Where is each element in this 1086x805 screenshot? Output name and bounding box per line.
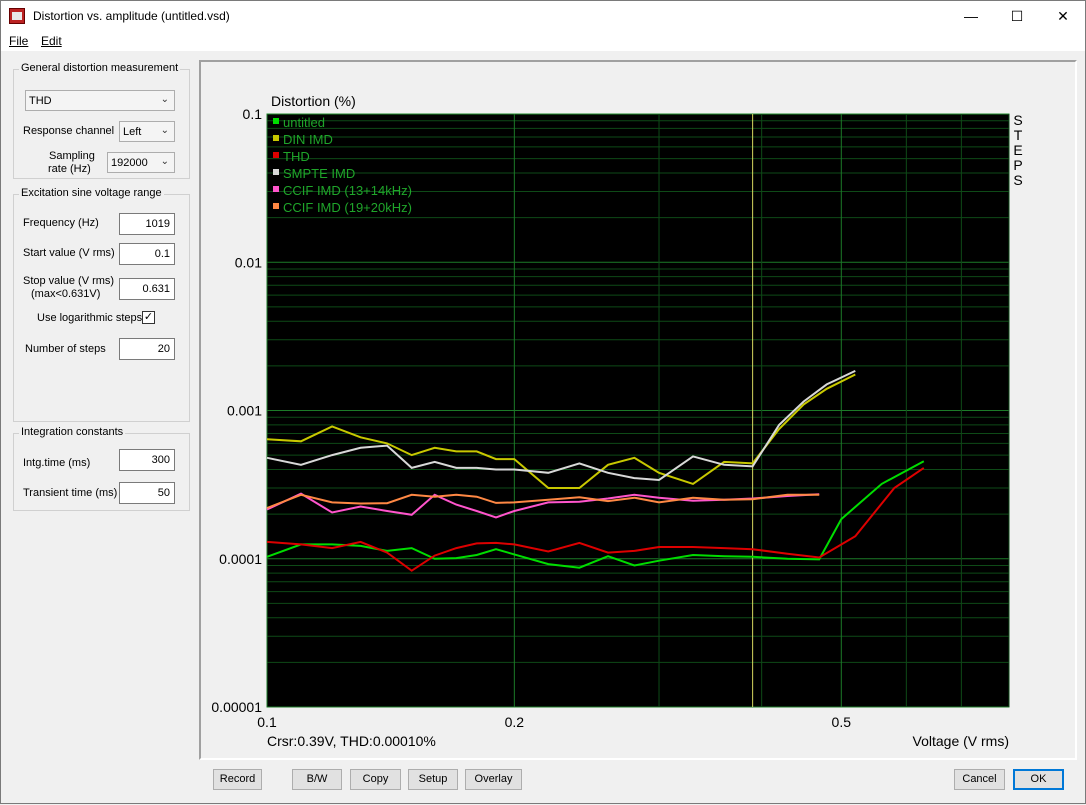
copy-button[interactable]: Copy bbox=[350, 769, 401, 790]
overlay-button[interactable]: Overlay bbox=[465, 769, 522, 790]
app-icon bbox=[9, 8, 25, 24]
stop-value-max-label: (max<0.631V) bbox=[31, 288, 101, 300]
log-steps-checkbox[interactable]: ✓ bbox=[142, 311, 155, 324]
intg-time-input[interactable]: 300 bbox=[119, 449, 175, 471]
frequency-label: Frequency (Hz) bbox=[23, 217, 99, 229]
steps-label: Number of steps bbox=[25, 343, 106, 355]
record-button[interactable]: Record bbox=[213, 769, 262, 790]
bw-button[interactable]: B/W bbox=[292, 769, 342, 790]
response-channel-select[interactable]: Left ⌄ bbox=[119, 121, 175, 142]
sampling-rate-label-1: Sampling bbox=[49, 150, 95, 162]
cancel-button[interactable]: Cancel bbox=[954, 769, 1005, 790]
integration-group-title: Integration constants bbox=[19, 426, 126, 438]
title-bar: Distortion vs. amplitude (untitled.vsd) … bbox=[1, 1, 1085, 31]
response-channel-label: Response channel bbox=[23, 125, 115, 137]
response-channel-value: Left bbox=[123, 126, 142, 138]
general-group: General distortion measurement THD ⌄ Res… bbox=[13, 62, 190, 179]
general-group-title: General distortion measurement bbox=[19, 62, 181, 74]
start-value-label: Start value (V rms) bbox=[23, 247, 115, 259]
excitation-group: Excitation sine voltage range Frequency … bbox=[13, 187, 190, 422]
transient-time-input[interactable]: 50 bbox=[119, 482, 175, 504]
menu-file[interactable]: File bbox=[9, 34, 28, 48]
setup-button[interactable]: Setup bbox=[408, 769, 458, 790]
sampling-rate-select[interactable]: 192000 ⌄ bbox=[107, 152, 175, 173]
ok-button[interactable]: OK bbox=[1013, 769, 1064, 790]
stop-value-input[interactable]: 0.631 bbox=[119, 278, 175, 300]
window-title: Distortion vs. amplitude (untitled.vsd) bbox=[33, 9, 230, 23]
app-window: Distortion vs. amplitude (untitled.vsd) … bbox=[0, 0, 1086, 804]
sampling-rate-value: 192000 bbox=[111, 157, 148, 169]
transient-time-label: Transient time (ms) bbox=[23, 487, 118, 499]
menu-file-label: File bbox=[9, 34, 29, 48]
minimize-button[interactable]: — bbox=[948, 1, 994, 31]
menu-edit[interactable]: Edit bbox=[41, 34, 62, 48]
menu-bar: File Edit bbox=[1, 31, 1085, 51]
intg-time-label: Intg.time (ms) bbox=[23, 457, 91, 469]
maximize-button[interactable]: ☐ bbox=[994, 1, 1040, 31]
excitation-group-title: Excitation sine voltage range bbox=[19, 187, 164, 199]
sampling-rate-label-2: rate (Hz) bbox=[48, 163, 91, 175]
close-button[interactable]: ✕ bbox=[1040, 1, 1086, 31]
measurement-value: THD bbox=[29, 95, 52, 107]
start-value-input[interactable]: 0.1 bbox=[119, 243, 175, 265]
frequency-input[interactable]: 1019 bbox=[119, 213, 175, 235]
stop-value-label: Stop value (V rms) bbox=[23, 275, 115, 287]
integration-group: Integration constants Intg.time (ms) 300… bbox=[13, 426, 190, 511]
menu-edit-label: Edit bbox=[41, 34, 62, 48]
log-steps-label: Use logarithmic steps bbox=[37, 312, 143, 324]
chevron-down-icon: ⌄ bbox=[160, 125, 169, 136]
plot-frame bbox=[199, 60, 1077, 760]
measurement-select[interactable]: THD ⌄ bbox=[25, 90, 175, 111]
steps-input[interactable]: 20 bbox=[119, 338, 175, 360]
chevron-down-icon: ⌄ bbox=[160, 94, 169, 105]
chevron-down-icon: ⌄ bbox=[160, 156, 169, 167]
settings-panel: General distortion measurement THD ⌄ Res… bbox=[1, 51, 198, 803]
